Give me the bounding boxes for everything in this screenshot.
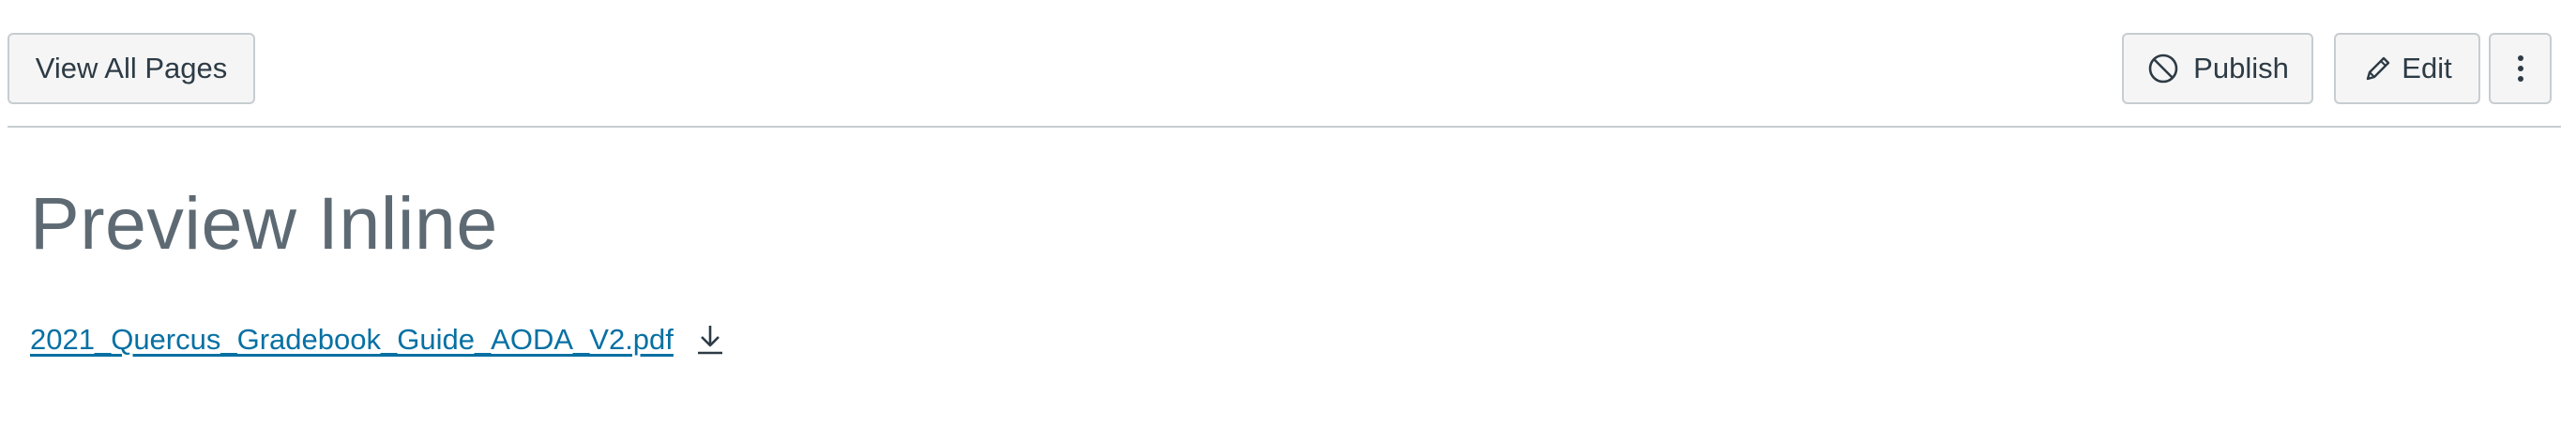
file-attachment: 2021_Quercus_Gradebook_Guide_AODA_V2.pdf xyxy=(30,323,726,357)
view-all-pages-button[interactable]: View All Pages xyxy=(8,33,255,104)
kebab-menu-icon xyxy=(2517,54,2524,83)
publish-button[interactable]: Publish xyxy=(2122,33,2313,104)
wiki-page: View All Pages Publish Edit Preview Inli… xyxy=(0,0,2576,428)
view-all-pages-label: View All Pages xyxy=(35,52,228,84)
more-options-button[interactable] xyxy=(2489,33,2552,104)
download-icon[interactable] xyxy=(694,323,726,357)
no-symbol-icon xyxy=(2146,52,2180,85)
page-title: Preview Inline xyxy=(30,181,498,265)
page-toolbar: View All Pages Publish Edit xyxy=(8,0,2561,128)
edit-button[interactable]: Edit xyxy=(2334,33,2480,104)
file-link[interactable]: 2021_Quercus_Gradebook_Guide_AODA_V2.pdf xyxy=(30,323,674,357)
publish-label: Publish xyxy=(2193,52,2289,84)
edit-label: Edit xyxy=(2402,52,2452,84)
pencil-icon xyxy=(2362,53,2394,84)
